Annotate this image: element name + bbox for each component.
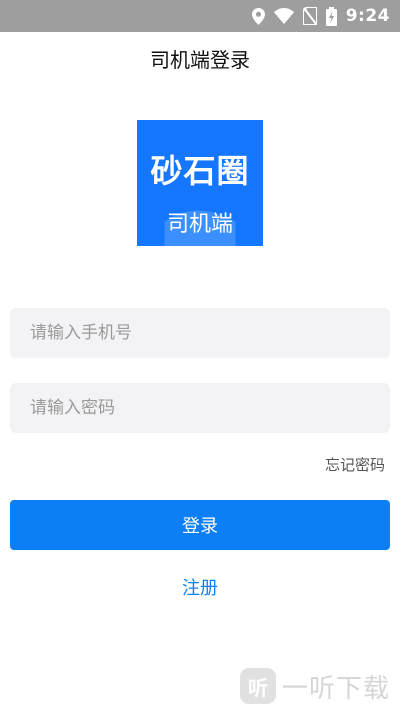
watermark-logo-icon: 听 xyxy=(239,668,276,704)
login-button[interactable]: 登录 xyxy=(10,500,390,550)
register-link[interactable]: 注册 xyxy=(0,574,400,600)
battery-charging-icon xyxy=(325,6,337,26)
page-title: 司机端登录 xyxy=(150,48,250,72)
login-page: 9:24 司机端登录 砂石圈 司机端 忘记密码 登录 注册 听 一听下载 xyxy=(0,0,400,711)
no-sim-icon xyxy=(302,7,317,25)
password-input[interactable] xyxy=(10,383,390,433)
location-icon xyxy=(251,7,265,25)
watermark-icon-glyph: 听 xyxy=(247,675,268,700)
watermark-text: 一听下载 xyxy=(281,673,390,704)
wifi-icon xyxy=(273,8,294,24)
forgot-password-link[interactable]: 忘记密码 xyxy=(325,454,385,475)
logo-sub-text: 司机端 xyxy=(166,212,233,237)
watermark: 听 一听下载 xyxy=(239,668,390,704)
app-logo: 砂石圈 司机端 xyxy=(137,120,263,246)
phone-input[interactable] xyxy=(10,308,390,358)
status-time: 9:24 xyxy=(345,6,390,26)
logo-main-text: 砂石圈 xyxy=(150,152,250,190)
status-bar: 9:24 xyxy=(0,0,400,32)
